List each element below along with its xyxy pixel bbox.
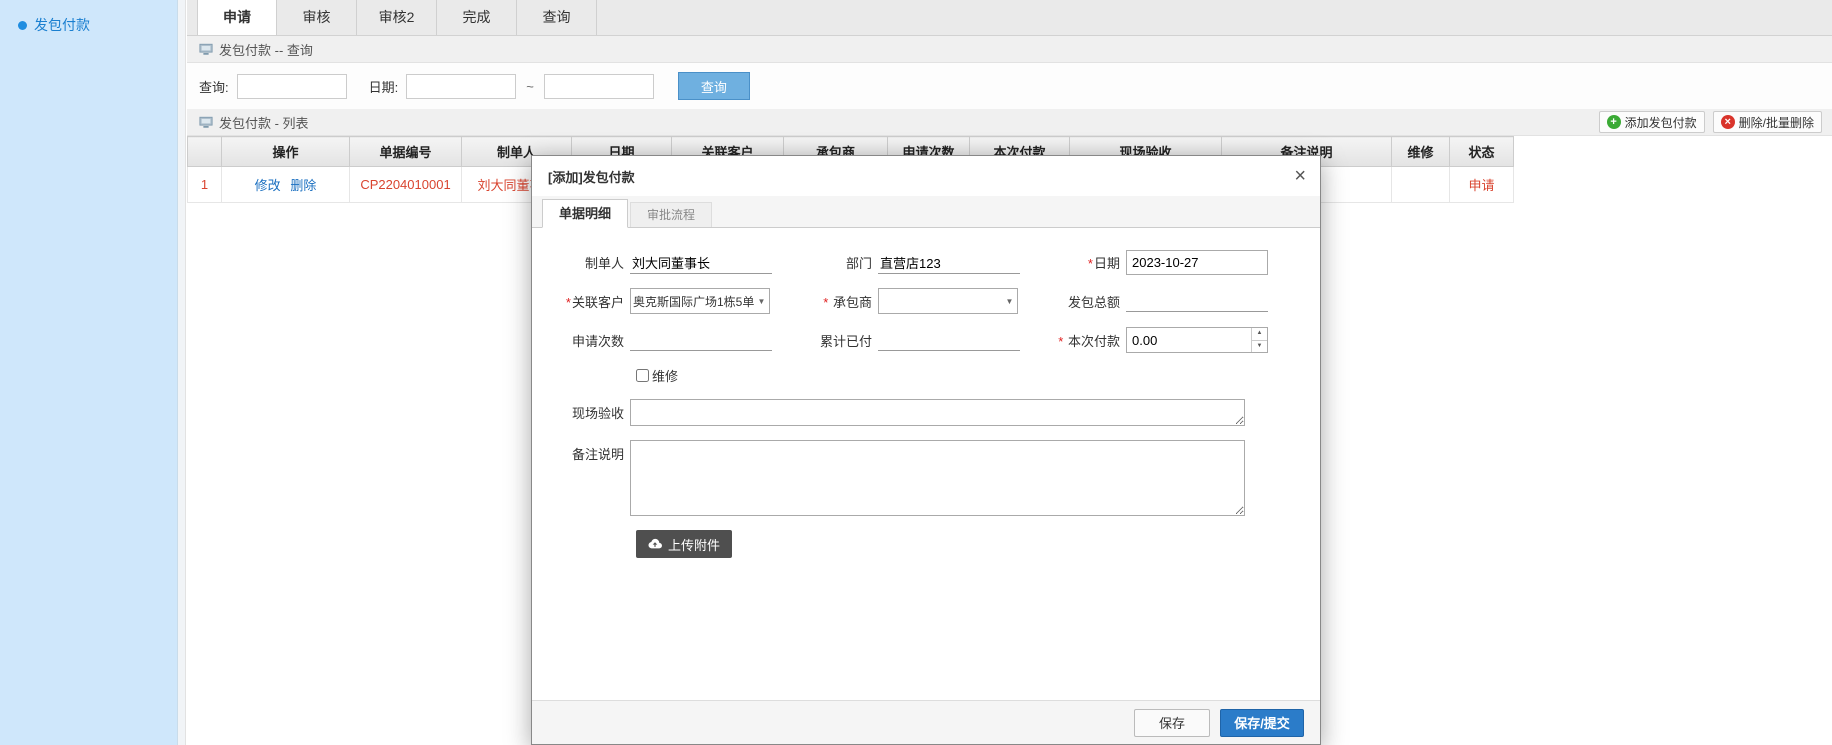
- list-header-buttons: + 添加发包付款 × 删除/批量删除: [1599, 111, 1822, 133]
- query-label: 查询:: [199, 77, 229, 96]
- col-index: [188, 137, 222, 167]
- sidebar-item-label: 发包付款: [34, 15, 90, 35]
- date-label: 日期:: [369, 77, 399, 96]
- dialog-footer: 保存 保存/提交: [532, 700, 1320, 744]
- tab-bar: 申请 审核 审核2 完成 查询: [187, 0, 1832, 36]
- panel-icon: [199, 43, 213, 56]
- tab-complete[interactable]: 完成: [437, 0, 517, 35]
- required-mark: *: [1088, 256, 1093, 271]
- client-select[interactable]: 奥克斯国际广场1栋5单 ▼: [630, 288, 770, 314]
- add-payment-dialog: [添加]发包付款 × 单据明细 审批流程 制单人 部门 *日期: [531, 155, 1321, 745]
- apply-count-label: 申请次数: [538, 331, 630, 350]
- total-label: 发包总额: [1034, 292, 1126, 311]
- col-doc-no: 单据编号: [350, 137, 462, 167]
- delete-icon: ×: [1721, 115, 1735, 129]
- chevron-down-icon: ▼: [1002, 297, 1017, 306]
- date-label: *日期: [1034, 253, 1126, 272]
- payment-label: * 本次付款: [1034, 331, 1126, 350]
- required-mark: *: [1058, 334, 1063, 349]
- delete-batch-label: 删除/批量删除: [1739, 114, 1814, 131]
- date-from-input[interactable]: [406, 74, 516, 99]
- add-payment-label: 添加发包付款: [1625, 114, 1697, 131]
- creator-field[interactable]: [630, 252, 772, 274]
- required-mark: *: [566, 295, 571, 310]
- row-doc-no: CP2204010001: [350, 167, 462, 203]
- tab-review2[interactable]: 审核2: [357, 0, 437, 35]
- remark-textarea[interactable]: [630, 440, 1245, 516]
- payment-stepper: ▲ ▼: [1126, 327, 1268, 353]
- spinner-up-icon[interactable]: ▲: [1252, 328, 1267, 341]
- repair-row: 维修: [636, 366, 1294, 385]
- sidebar-divider: [177, 0, 186, 745]
- tab-query[interactable]: 查询: [517, 0, 597, 35]
- department-field[interactable]: [878, 252, 1020, 274]
- list-section-title: 发包付款 - 列表: [219, 113, 309, 132]
- query-keyword-input[interactable]: [237, 74, 347, 99]
- delete-batch-button[interactable]: × 删除/批量删除: [1713, 111, 1822, 133]
- tab-approval-flow[interactable]: 审批流程: [630, 202, 712, 227]
- row-actions: 修改 删除: [222, 167, 350, 203]
- add-icon: +: [1607, 115, 1621, 129]
- search-button[interactable]: 查询: [678, 72, 750, 100]
- spinner-down-icon[interactable]: ▼: [1252, 341, 1267, 353]
- repair-label: 维修: [652, 366, 678, 385]
- query-row: 查询: 日期: ~ 查询: [187, 63, 1832, 109]
- chevron-down-icon: ▼: [754, 297, 769, 306]
- sidebar: 发包付款: [0, 0, 177, 745]
- date-field[interactable]: [1126, 250, 1268, 275]
- apply-count-field[interactable]: [630, 329, 772, 351]
- tab-review[interactable]: 审核: [277, 0, 357, 35]
- date-range-separator: ~: [524, 79, 536, 94]
- remark-label: 备注说明: [538, 440, 630, 516]
- close-icon[interactable]: ×: [1294, 166, 1306, 186]
- save-button[interactable]: 保存: [1134, 709, 1210, 737]
- col-actions: 操作: [222, 137, 350, 167]
- paid-label: 累计已付: [786, 331, 878, 350]
- query-section-title: 发包付款 -- 查询: [219, 40, 313, 59]
- edit-link[interactable]: 修改: [252, 178, 284, 193]
- bullet-icon: [18, 21, 27, 30]
- delete-link[interactable]: 删除: [287, 178, 319, 193]
- spinner: ▲ ▼: [1251, 328, 1267, 352]
- cloud-upload-icon: [648, 537, 662, 551]
- col-repair: 维修: [1392, 137, 1450, 167]
- upload-attachment-button[interactable]: 上传附件: [636, 530, 732, 558]
- screen: 发包付款 申请 审核 审核2 完成 查询 发包付款 -- 查询 查询: 日期: …: [0, 0, 1832, 745]
- client-select-value: 奥克斯国际广场1栋5单: [631, 293, 754, 310]
- dialog-tab-strip: 单据明细 审批流程: [532, 196, 1320, 228]
- dialog-body: 制单人 部门 *日期 *关联客户 奥克斯国际广场1栋5单: [532, 228, 1320, 558]
- client-label: *关联客户: [538, 292, 630, 311]
- acceptance-textarea[interactable]: [630, 399, 1245, 426]
- acceptance-label: 现场验收: [538, 399, 630, 426]
- list-section-header: 发包付款 - 列表 + 添加发包付款 × 删除/批量删除: [187, 109, 1832, 136]
- row-index: 1: [188, 167, 222, 203]
- required-mark: *: [823, 295, 828, 310]
- panel-icon: [199, 116, 213, 129]
- tab-doc-detail[interactable]: 单据明细: [542, 199, 628, 228]
- save-submit-button[interactable]: 保存/提交: [1220, 709, 1304, 737]
- dialog-title: [添加]发包付款: [548, 167, 635, 186]
- contractor-label: * 承包商: [786, 292, 878, 311]
- tab-apply[interactable]: 申请: [197, 0, 277, 35]
- creator-label: 制单人: [538, 253, 630, 272]
- row-repair: [1392, 167, 1450, 203]
- col-status: 状态: [1450, 137, 1514, 167]
- total-field[interactable]: [1126, 290, 1268, 312]
- dialog-header: [添加]发包付款 ×: [532, 156, 1320, 196]
- query-section-header: 发包付款 -- 查询: [187, 36, 1832, 63]
- department-label: 部门: [786, 253, 878, 272]
- contractor-select[interactable]: ▼: [878, 288, 1018, 314]
- sidebar-item-contract-payment[interactable]: 发包付款: [0, 0, 177, 35]
- repair-checkbox[interactable]: [636, 369, 649, 382]
- payment-field[interactable]: [1127, 328, 1251, 352]
- paid-field[interactable]: [878, 329, 1020, 351]
- row-status: 申请: [1450, 167, 1514, 203]
- add-payment-button[interactable]: + 添加发包付款: [1599, 111, 1705, 133]
- upload-attachment-label: 上传附件: [668, 535, 720, 554]
- date-to-input[interactable]: [544, 74, 654, 99]
